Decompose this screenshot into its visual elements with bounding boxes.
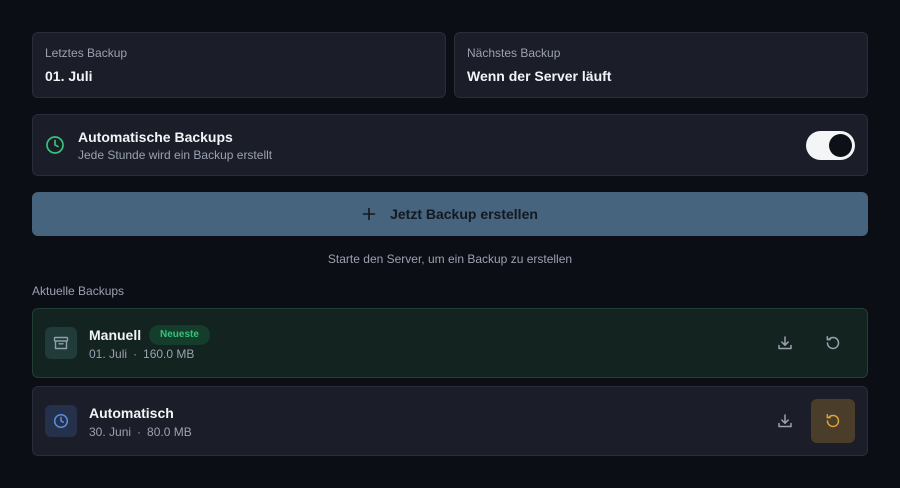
last-backup-value: 01. Juli — [45, 68, 93, 84]
backup-meta: 01. Juli · 160.0 MB — [89, 347, 194, 361]
download-button[interactable] — [763, 321, 807, 365]
backup-row: Manuell Neueste 01. Juli · 160.0 MB — [32, 308, 868, 378]
auto-backups-card: Automatische Backups Jede Stunde wird ei… — [32, 114, 868, 176]
backup-date: 01. Juli — [89, 347, 128, 361]
clock-icon — [53, 413, 69, 429]
backup-row: Automatisch 30. Juni · 80.0 MB — [32, 386, 868, 456]
auto-backups-subtitle: Jede Stunde wird ein Backup erstellt — [78, 148, 273, 162]
download-icon — [778, 414, 792, 428]
restore-button[interactable] — [811, 321, 855, 365]
backup-meta: 30. Juni · 80.0 MB — [89, 425, 192, 439]
backup-title: Automatisch — [89, 405, 174, 421]
auto-backups-toggle[interactable] — [806, 131, 855, 160]
download-icon — [778, 336, 792, 350]
download-button[interactable] — [763, 399, 807, 443]
archive-icon — [53, 336, 69, 350]
plus-icon — [362, 207, 376, 221]
last-backup-label: Letztes Backup — [45, 46, 128, 60]
backup-type-icon — [45, 327, 77, 359]
meta-separator: · — [137, 425, 142, 439]
clock-icon — [46, 136, 64, 154]
restore-icon — [826, 414, 840, 428]
backups-section-label: Aktuelle Backups — [32, 284, 125, 298]
restore-icon — [826, 336, 840, 350]
backup-type-icon — [45, 405, 77, 437]
auto-backups-title: Automatische Backups — [78, 129, 233, 145]
last-backup-card: Letztes Backup 01. Juli — [32, 32, 446, 98]
restore-button[interactable] — [811, 399, 855, 443]
backup-title: Manuell — [89, 327, 142, 343]
next-backup-label: Nächstes Backup — [467, 46, 561, 60]
create-backup-button[interactable]: Jetzt Backup erstellen — [32, 192, 868, 236]
next-backup-value: Wenn der Server läuft — [467, 68, 612, 84]
server-hint: Starte den Server, um ein Backup zu erst… — [327, 252, 573, 266]
create-backup-label: Jetzt Backup erstellen — [390, 206, 538, 222]
newest-badge: Neueste — [149, 325, 210, 345]
next-backup-card: Nächstes Backup Wenn der Server läuft — [454, 32, 868, 98]
meta-separator: · — [133, 347, 138, 361]
backup-size: 160.0 MB — [143, 347, 195, 361]
backup-page: Letztes Backup 01. Juli Nächstes Backup … — [0, 0, 900, 488]
backup-date: 30. Juni — [89, 425, 132, 439]
backup-size: 80.0 MB — [147, 425, 192, 439]
toggle-knob — [829, 134, 852, 157]
